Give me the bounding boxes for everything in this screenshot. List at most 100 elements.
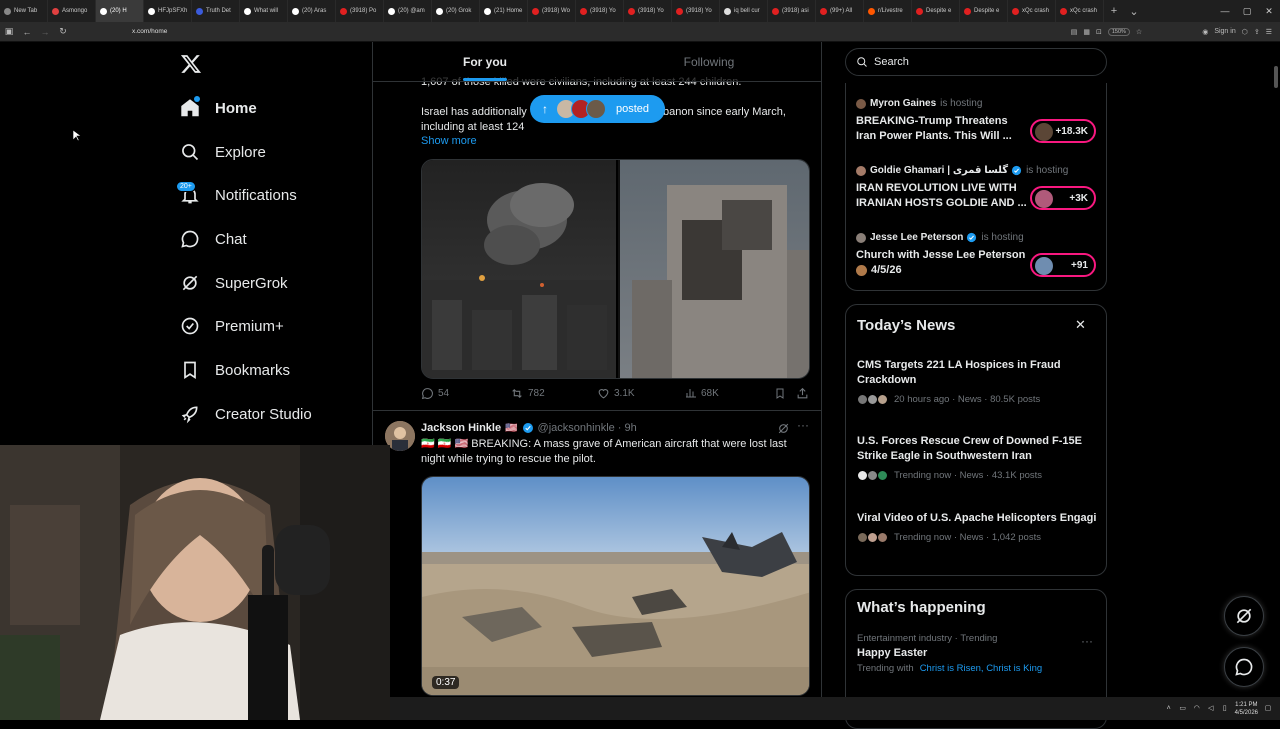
browser-tab[interactable]: HFJpSFXh [144, 0, 192, 22]
network-icon[interactable]: ▭ [1179, 705, 1187, 713]
notification-badge: 20+ [176, 181, 196, 192]
browser-tab[interactable]: New Tab [0, 0, 48, 22]
wifi-icon[interactable]: ◠ [1193, 705, 1201, 713]
new-posts-pill[interactable]: ↑ posted [530, 95, 665, 123]
nav-item-chat[interactable]: Chat [178, 224, 247, 254]
notification-center-icon[interactable]: ▢ [1264, 705, 1272, 713]
back-icon[interactable]: ← [18, 27, 36, 37]
clock-time: 1:21 PM [1235, 701, 1258, 708]
author-name[interactable]: Jackson Hinkle [421, 422, 501, 434]
browser-tab[interactable]: (20) Aras [288, 0, 336, 22]
search-input[interactable]: Search [845, 48, 1107, 76]
views-button[interactable]: 68K [685, 387, 719, 399]
nav-item-bookmarks[interactable]: Bookmarks [178, 355, 290, 385]
browser-tab[interactable]: (3918) Yo [624, 0, 672, 22]
menu-icon[interactable]: ☰ [1266, 28, 1272, 36]
live-space-row[interactable]: Goldie Ghamari | گلسا قمری is hosting IR… [856, 165, 1096, 217]
nav-item-premium[interactable]: Premium+ [178, 311, 284, 341]
tab-title: xQc crash [1022, 8, 1050, 14]
browser-tab[interactable]: (3918) Po [336, 0, 384, 22]
browser-tab[interactable]: Asmongo [48, 0, 96, 22]
live-space-row[interactable]: Myron Gaines is hosting BREAKING-Trump T… [856, 98, 1096, 150]
browser-tab[interactable]: Despite e [912, 0, 960, 22]
browser-tab[interactable]: xQc crash [1008, 0, 1056, 22]
new-tab-button[interactable]: + [1104, 5, 1124, 17]
tab-title: (99+) All [830, 8, 853, 14]
trend-with-links[interactable]: Christ is Risen, Christ is King [920, 663, 1042, 674]
reload-icon[interactable]: ↻ [54, 26, 72, 37]
screenshot-icon[interactable]: ⊡ [1096, 28, 1102, 36]
live-listeners-pill[interactable]: +3K [1030, 186, 1096, 210]
extensions-icon[interactable]: ⬡ [1242, 28, 1248, 36]
browser-tab[interactable]: r/Livestre [864, 0, 912, 22]
more-options-icon[interactable]: ··· [797, 418, 809, 432]
author-handle[interactable]: @jacksonhinkle · 9h [538, 422, 637, 434]
forward-icon[interactable]: → [36, 27, 54, 37]
news-item[interactable]: CMS Targets 221 LA Hospices in Fraud Cra… [857, 358, 1097, 405]
show-more-link[interactable]: Show more [421, 135, 477, 147]
tab-favicon-icon [916, 7, 923, 15]
translate-icon[interactable]: ▦ [1083, 28, 1090, 36]
close-window-button[interactable]: ✕ [1258, 6, 1280, 17]
browser-tab[interactable]: (3918) Wo [528, 0, 576, 22]
browser-tab[interactable]: xQc crash [1056, 0, 1104, 22]
repost-button[interactable]: 782 [510, 387, 545, 400]
browser-tab[interactable]: (20) H [96, 0, 144, 22]
trend-more-icon[interactable]: ··· [1081, 634, 1093, 648]
x-logo[interactable] [180, 53, 202, 75]
browser-tab[interactable]: Despite e [960, 0, 1008, 22]
volume-icon[interactable]: ◁ [1207, 705, 1215, 713]
sidebar-toggle-icon[interactable]: ▣ [0, 26, 18, 37]
maximize-button[interactable]: ▢ [1236, 6, 1258, 17]
nav-item-home[interactable]: Home [178, 93, 257, 123]
system-clock[interactable]: 1:21 PM 4/5/2026 [1235, 701, 1258, 717]
bookmark-button[interactable] [774, 387, 786, 400]
tab-favicon-icon [1060, 7, 1067, 15]
live-listeners-pill[interactable]: +18.3K [1030, 119, 1096, 143]
share-button[interactable] [796, 387, 809, 400]
browser-tab[interactable]: (20) @am [384, 0, 432, 22]
minimize-button[interactable]: — [1214, 6, 1236, 16]
nav-label: Chat [215, 230, 247, 248]
news-item[interactable]: U.S. Forces Rescue Crew of Downed F-15E … [857, 434, 1097, 481]
browser-tab[interactable]: (3918) asi [768, 0, 816, 22]
tab-title: xQc crash [1070, 8, 1098, 14]
live-listeners-pill[interactable]: +91 [1030, 253, 1096, 277]
zoom-indicator[interactable]: 150% [1107, 27, 1130, 36]
tab-for-you[interactable]: For you [373, 42, 597, 81]
browser-tab[interactable]: iq bell cur [720, 0, 768, 22]
battery-icon[interactable]: ▯ [1221, 705, 1229, 713]
profile-icon[interactable]: ◉ [1202, 28, 1208, 36]
author-flag: 🇺🇸 [505, 422, 518, 434]
browser-tab[interactable]: What will [240, 0, 288, 22]
sign-in-link[interactable]: Sign in [1214, 28, 1235, 35]
news-item[interactable]: Viral Video of U.S. Apache Helicopters E… [857, 511, 1097, 543]
grok-float-button[interactable] [1224, 596, 1264, 636]
post-video[interactable]: 0:37 [421, 476, 810, 696]
close-icon[interactable]: ✕ [1075, 317, 1086, 333]
live-space-row[interactable]: Jesse Lee Peterson is hosting Church wit… [856, 232, 1096, 284]
browser-tab[interactable]: (21) Home [480, 0, 528, 22]
trend-item[interactable]: Entertainment industry · Trending Happy … [857, 633, 1097, 674]
reply-button[interactable]: 54 [421, 387, 449, 400]
url-field[interactable]: x.com/home [132, 28, 167, 35]
tab-following[interactable]: Following [597, 42, 821, 81]
nav-item-creator-studio[interactable]: Creator Studio [178, 399, 312, 429]
browser-tab[interactable]: (99+) All [816, 0, 864, 22]
nav-label: Premium+ [215, 317, 284, 335]
browser-tab[interactable]: (3918) Yo [672, 0, 720, 22]
tray-chevron-icon[interactable]: ˄ [1165, 705, 1173, 713]
favorite-star-icon[interactable]: ☆ [1136, 28, 1142, 36]
nav-item-supergrok[interactable]: SuperGrok [178, 268, 288, 298]
nav-item-explore[interactable]: Explore [178, 137, 266, 167]
reader-icon[interactable]: ▤ [1071, 28, 1078, 36]
tab-list-dropdown-icon[interactable]: ⌄ [1124, 5, 1144, 18]
like-button[interactable]: 3.1K [597, 387, 635, 400]
post-image[interactable] [421, 159, 810, 379]
browser-tab[interactable]: (20) Grok [432, 0, 480, 22]
browser-tab[interactable]: (3918) Yo [576, 0, 624, 22]
page-scrollbar[interactable] [1274, 66, 1278, 88]
chat-float-button[interactable] [1224, 647, 1264, 687]
share-icon[interactable]: ⇪ [1254, 28, 1260, 36]
browser-tab[interactable]: Truth Det [192, 0, 240, 22]
